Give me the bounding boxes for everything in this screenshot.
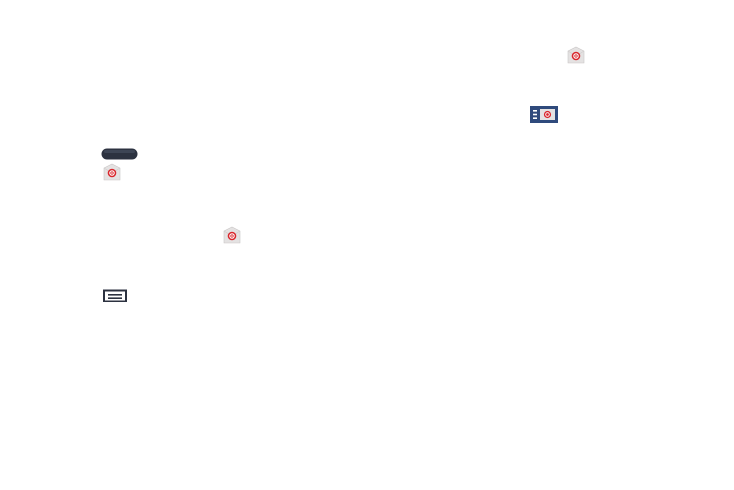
menu-key-icon (103, 289, 127, 302)
home-key-icon (101, 148, 138, 160)
email-widget-icon (530, 106, 558, 123)
email-app-icon (222, 226, 242, 245)
email-app-icon (102, 163, 122, 182)
email-app-icon (566, 46, 586, 65)
